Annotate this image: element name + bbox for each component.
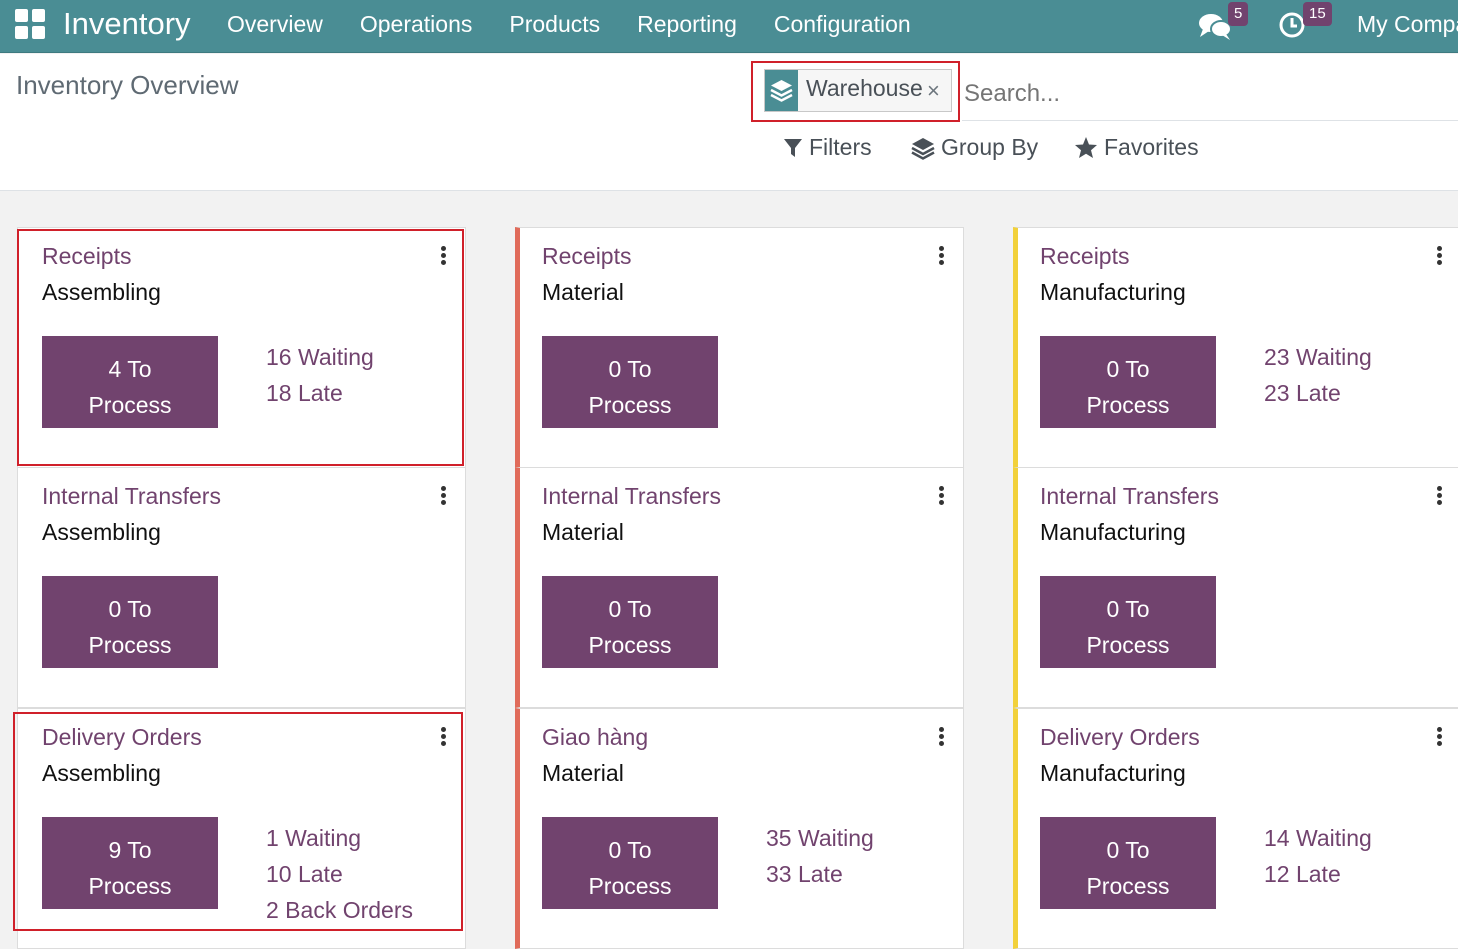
warehouse-name: Assembling xyxy=(42,279,161,305)
filter-icon xyxy=(784,138,802,157)
group-by-label: Group By xyxy=(941,134,1039,160)
waiting-link[interactable]: 23 Waiting xyxy=(1264,339,1372,375)
warehouse-name: Manufacturing xyxy=(1040,519,1186,545)
waiting-link[interactable]: 35 Waiting xyxy=(766,820,874,856)
operation-card[interactable]: Internal Transfers Assembling 0 To Proces… xyxy=(17,467,466,708)
late-link[interactable]: 18 Late xyxy=(266,375,374,411)
search-underline xyxy=(962,120,1458,121)
page-title: Inventory Overview xyxy=(16,70,239,100)
operation-type-title[interactable]: Receipts xyxy=(1040,243,1129,270)
warehouse-name: Manufacturing xyxy=(1040,279,1186,305)
menu-configuration[interactable]: Configuration xyxy=(774,9,911,39)
waiting-link[interactable]: 16 Waiting xyxy=(266,339,374,375)
card-menu-icon[interactable] xyxy=(938,486,944,506)
facet-highlight-box xyxy=(751,61,960,122)
card-menu-icon[interactable] xyxy=(938,727,944,747)
warehouse-name: Material xyxy=(542,519,624,545)
late-link[interactable]: 12 Late xyxy=(1264,856,1372,892)
menu-overview[interactable]: Overview xyxy=(227,9,323,39)
company-switcher[interactable]: My Company xyxy=(1357,9,1458,39)
card-stats: 23 Waiting 23 Late xyxy=(1264,339,1372,411)
control-panel: Inventory Overview Warehouse × Filters G… xyxy=(0,54,1458,191)
card-stats: 35 Waiting 33 Late xyxy=(766,820,874,892)
menu-reporting[interactable]: Reporting xyxy=(637,9,737,39)
operation-card[interactable]: Internal Transfers Material 0 To Process xyxy=(515,467,964,708)
late-link[interactable]: 23 Late xyxy=(1264,375,1372,411)
operation-card[interactable]: Giao hàng Material 0 To Process 35 Waitin… xyxy=(515,708,964,949)
apps-menu-icon[interactable] xyxy=(15,9,47,41)
to-process-button[interactable]: 0 To Process xyxy=(1040,576,1216,668)
operation-card[interactable]: Delivery Orders Manufacturing 0 To Proces… xyxy=(1013,708,1458,949)
favorites-label: Favorites xyxy=(1104,134,1199,160)
to-process-button[interactable]: 0 To Process xyxy=(542,817,718,909)
top-navbar: Inventory Overview Operations Products R… xyxy=(0,0,1458,53)
card-menu-icon[interactable] xyxy=(938,246,944,266)
filters-label: Filters xyxy=(809,134,872,160)
waiting-link[interactable]: 1 Waiting xyxy=(266,820,413,856)
operation-type-title[interactable]: Internal Transfers xyxy=(542,483,721,510)
to-process-button[interactable]: 0 To Process xyxy=(1040,336,1216,428)
to-process-button[interactable]: 0 To Process xyxy=(42,576,218,668)
to-process-button[interactable]: 4 To Process xyxy=(42,336,218,428)
clock-icon xyxy=(1279,12,1305,38)
operation-card[interactable]: Receipts Manufacturing 0 To Process 23 Wa… xyxy=(1013,227,1458,468)
chat-icon xyxy=(1199,14,1232,40)
filters-button[interactable]: Filters xyxy=(783,134,872,161)
star-icon xyxy=(1075,137,1097,158)
favorites-button[interactable]: Favorites xyxy=(1074,134,1199,161)
card-stats: 1 Waiting 10 Late 2 Back Orders xyxy=(266,820,413,928)
card-stats: 14 Waiting 12 Late xyxy=(1264,820,1372,892)
to-process-button[interactable]: 0 To Process xyxy=(1040,817,1216,909)
operation-type-title[interactable]: Delivery Orders xyxy=(1040,724,1200,751)
operation-type-title[interactable]: Delivery Orders xyxy=(42,724,202,751)
card-menu-icon[interactable] xyxy=(1436,246,1442,266)
warehouse-name: Manufacturing xyxy=(1040,760,1186,786)
warehouse-name: Assembling xyxy=(42,760,161,786)
warehouse-name: Material xyxy=(542,760,624,786)
operation-type-title[interactable]: Internal Transfers xyxy=(42,483,221,510)
card-stats: 16 Waiting 18 Late xyxy=(266,339,374,411)
operation-card[interactable]: Internal Transfers Manufacturing 0 To Pro… xyxy=(1013,467,1458,708)
app-name[interactable]: Inventory xyxy=(63,4,191,44)
messages-count-badge: 5 xyxy=(1228,2,1249,26)
waiting-link[interactable]: 14 Waiting xyxy=(1264,820,1372,856)
card-menu-icon[interactable] xyxy=(440,246,446,266)
warehouse-name: Assembling xyxy=(42,519,161,545)
group-by-button[interactable]: Group By xyxy=(911,134,1038,161)
operation-card[interactable]: Receipts Assembling 4 To Process 16 Waiti… xyxy=(17,227,466,468)
layers-icon xyxy=(911,137,935,160)
to-process-button[interactable]: 0 To Process xyxy=(542,576,718,668)
operation-type-title[interactable]: Receipts xyxy=(542,243,631,270)
card-menu-icon[interactable] xyxy=(1436,486,1442,506)
operation-type-title[interactable]: Internal Transfers xyxy=(1040,483,1219,510)
search-input[interactable] xyxy=(962,73,1458,115)
to-process-button[interactable]: 0 To Process xyxy=(542,336,718,428)
card-menu-icon[interactable] xyxy=(1436,727,1442,747)
activities-count-badge: 15 xyxy=(1303,2,1332,26)
operation-card[interactable]: Receipts Material 0 To Process xyxy=(515,227,964,468)
activities-systray[interactable]: 15 xyxy=(1278,2,1338,42)
card-menu-icon[interactable] xyxy=(440,727,446,747)
menu-products[interactable]: Products xyxy=(509,9,600,39)
operation-type-title[interactable]: Giao hàng xyxy=(542,724,648,751)
card-menu-icon[interactable] xyxy=(440,486,446,506)
late-link[interactable]: 33 Late xyxy=(766,856,874,892)
main-menu: Overview Operations Products Reporting C… xyxy=(227,9,948,39)
back-orders-link[interactable]: 2 Back Orders xyxy=(266,892,413,928)
to-process-button[interactable]: 9 To Process xyxy=(42,817,218,909)
operation-type-title[interactable]: Receipts xyxy=(42,243,131,270)
operation-card[interactable]: Delivery Orders Assembling 9 To Process 1… xyxy=(17,708,466,949)
warehouse-name: Material xyxy=(542,279,624,305)
menu-operations[interactable]: Operations xyxy=(360,9,473,39)
late-link[interactable]: 10 Late xyxy=(266,856,413,892)
messages-systray[interactable]: 5 xyxy=(1198,2,1258,42)
